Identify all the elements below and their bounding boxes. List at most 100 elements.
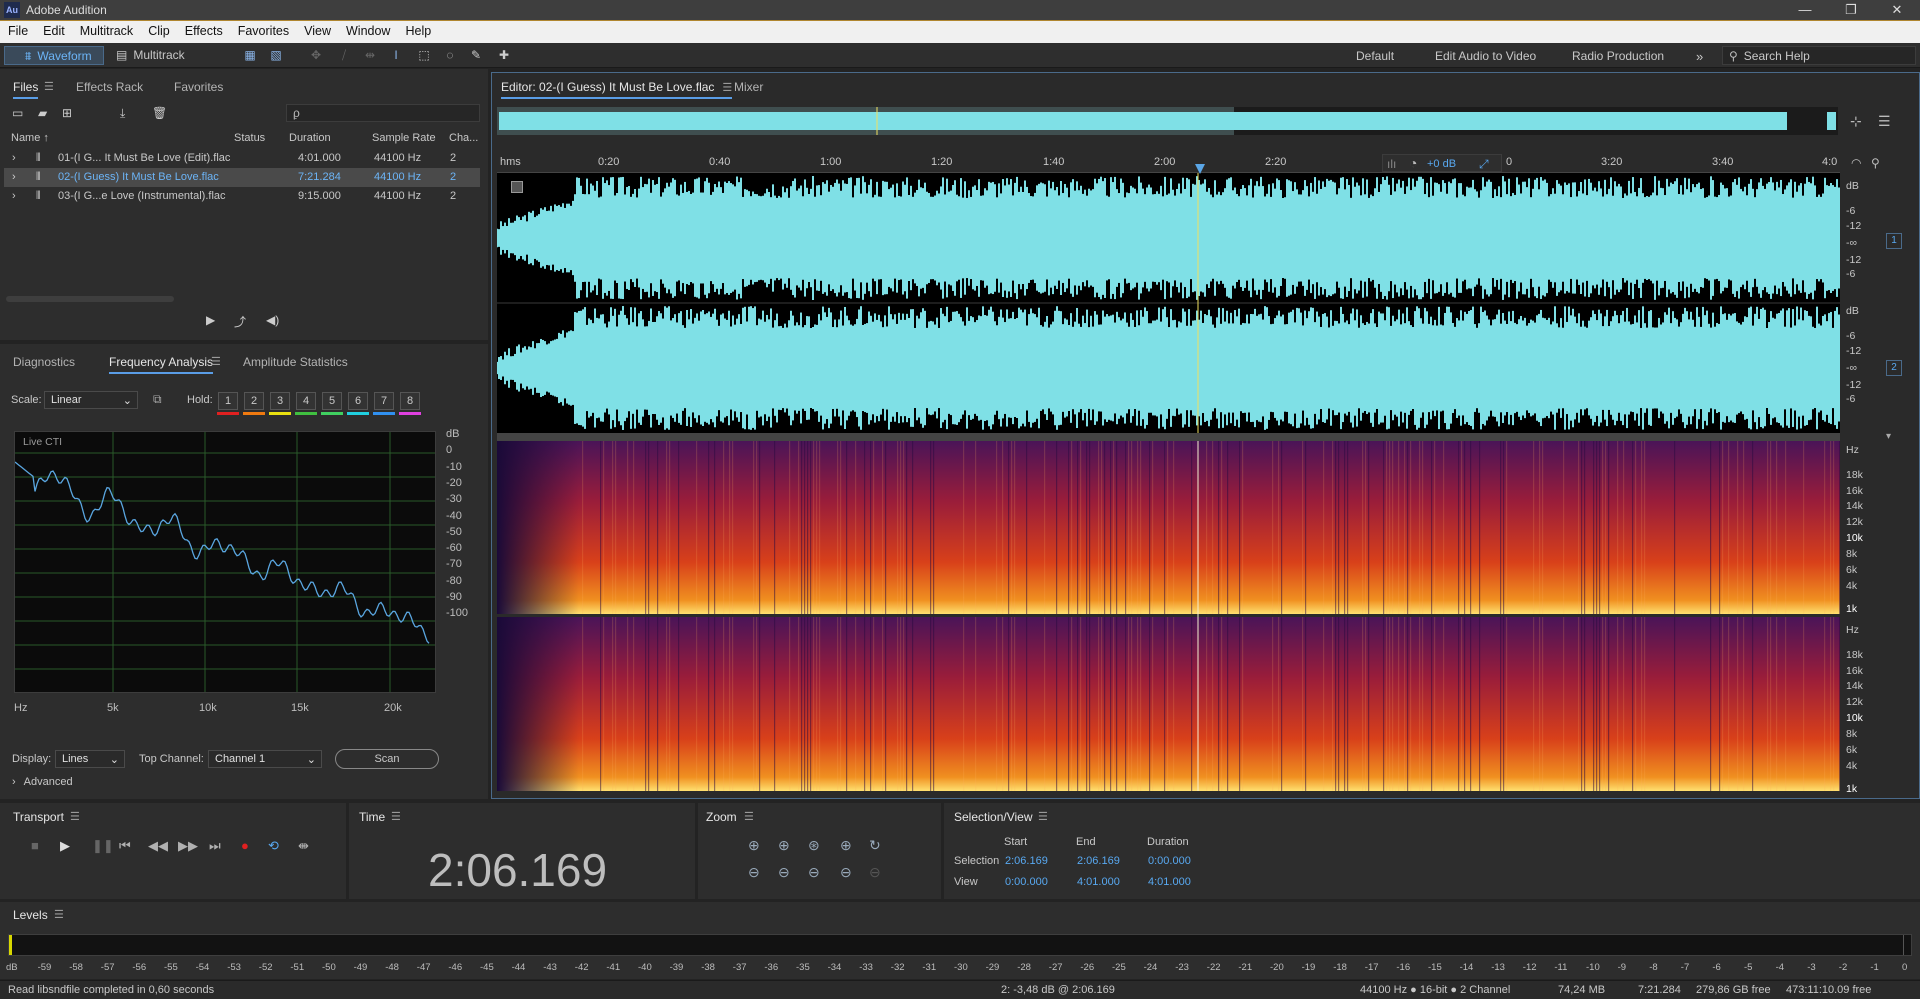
hold-button-4[interactable]: 4 [296,392,316,410]
workspace-radio-production[interactable]: Radio Production [1572,49,1664,63]
clip-gain-icon[interactable] [511,181,523,193]
expand-icon[interactable]: › [12,190,16,202]
rewind-icon[interactable]: ◀◀ [148,838,168,854]
minimize-button[interactable]: — [1782,0,1828,21]
col-status[interactable]: Status [234,132,265,144]
menu-view[interactable]: View [296,21,338,38]
pause-icon[interactable]: ❚❚ [92,838,114,854]
menu-edit[interactable]: Edit [35,21,72,38]
time-menu-icon[interactable]: ☰ [391,810,401,823]
zoom-to-selection-icon[interactable]: ⊛ [808,837,820,854]
hold-button-6[interactable]: 6 [348,392,368,410]
hud-volume[interactable]: ılı ◔ +0 dB ⤢ [1382,154,1502,172]
headphones-icon[interactable]: ◠ [1851,156,1861,170]
files-panel-menu-icon[interactable]: ☰ [44,80,54,93]
delete-file-icon[interactable]: 🗑 [152,106,167,120]
scan-button[interactable]: Scan [335,749,439,769]
zoom-out-time-icon[interactable]: ⊖ [778,864,790,881]
time-selection-tool-icon[interactable]: I [386,47,406,64]
zoom-in-at-end-icon[interactable]: ⊖ [840,864,852,881]
transport-menu-icon[interactable]: ☰ [70,810,80,823]
close-button[interactable]: ✕ [1874,0,1920,21]
tab-frequency-analysis[interactable]: Frequency Analysis [109,355,214,374]
tab-mixer[interactable]: Mixer [734,80,763,94]
loop-preview-icon[interactable]: ⤴ [234,313,246,330]
more-workspaces-button[interactable]: » [1696,49,1703,64]
spectral-display-icon[interactable]: ▦ [240,47,260,64]
channel-1-toggle[interactable]: 1 [1886,233,1902,249]
maximize-button[interactable]: ❐ [1828,0,1874,21]
editor-menu-icon[interactable]: ☰ [722,82,732,94]
top-channel-dropdown[interactable]: Channel 1 ⌄ [208,750,322,768]
skip-to-end-icon[interactable]: ⏭ [209,838,221,854]
slip-tool-icon[interactable]: ⇹ [360,47,380,64]
search-help-input[interactable]: ⚲ Search Help [1722,46,1916,65]
advanced-expander[interactable]: › Advanced [12,776,73,788]
spot-healing-tool-icon[interactable]: ✚ [494,47,514,64]
file-row[interactable]: › ⫴ 01-(I G... It Must Be Love (Edit).fl… [4,149,480,168]
skip-to-start-icon[interactable]: ⏮ [119,838,131,854]
selection-duration[interactable]: 0:00.000 [1148,855,1191,867]
files-horizontal-scrollbar[interactable] [6,296,174,302]
zoom-in-time-icon[interactable]: ⊕ [778,837,790,854]
loop-playback-icon[interactable]: ⟲ [268,838,279,854]
scale-dropdown[interactable]: Linear ⌄ [44,391,138,409]
channel-2-toggle[interactable]: 2 [1886,360,1902,376]
col-name[interactable]: Name ↑ [11,132,49,144]
open-file-icon[interactable]: ▭ [12,106,23,120]
selection-start[interactable]: 2:06.169 [1005,855,1048,867]
current-time-display[interactable]: 2:06.169 [428,843,607,897]
volume-knob-icon[interactable]: ◔ [1409,155,1417,171]
selection-end[interactable]: 2:06.169 [1077,855,1120,867]
waveform-display[interactable] [496,173,1840,433]
zoom-out-amplitude-icon[interactable]: ⊖ [748,864,760,881]
view-duration[interactable]: 4:01.000 [1148,876,1191,888]
zoom-menu-icon[interactable]: ☰ [744,810,754,823]
expand-icon[interactable]: › [12,171,16,183]
selection-view-menu-icon[interactable]: ☰ [1038,810,1048,823]
clip-indicator[interactable] [1903,935,1911,955]
marquee-tool-icon[interactable]: ⬚ [414,47,434,64]
skip-selection-icon[interactable]: ⇼ [298,838,309,854]
workspace-default[interactable]: Default [1356,49,1394,63]
hold-button-7[interactable]: 7 [374,392,394,410]
menu-favorites[interactable]: Favorites [230,21,296,38]
hold-button-5[interactable]: 5 [322,392,342,410]
record-icon[interactable]: ● [241,838,249,853]
menu-window[interactable]: Window [338,21,397,38]
tab-editor[interactable]: Editor: 02-(I Guess) It Must Be Love.fla… [501,80,733,99]
zoom-out-full-icon[interactable]: ⊖ [808,864,820,881]
panel-options-icon[interactable]: ☰ [1878,113,1891,130]
zoom-in-amplitude-icon[interactable]: ⊕ [748,837,760,854]
menu-multitrack[interactable]: Multitrack [72,21,140,38]
tab-amplitude-statistics[interactable]: Amplitude Statistics [243,355,348,369]
tab-files[interactable]: Files [13,80,39,99]
zoom-in-at-start-icon[interactable]: ⊕ [840,837,852,854]
workspace-edit-audio-to-video[interactable]: Edit Audio to Video [1435,49,1536,63]
col-duration[interactable]: Duration [289,132,331,144]
move-tool-icon[interactable]: ✥ [306,47,326,64]
insert-into-multitrack-icon[interactable]: ⤓ [120,106,125,121]
razor-tool-icon[interactable]: ⧸ [334,47,354,64]
spectral-display[interactable] [497,441,1841,791]
zoom-out-selection-icon[interactable]: ⊖ [869,864,881,881]
play-preview-icon[interactable]: ▶ [206,313,215,327]
fast-forward-icon[interactable]: ▶▶ [178,838,198,854]
view-start[interactable]: 0:00.000 [1005,876,1048,888]
stop-icon[interactable]: ■ [31,838,39,853]
file-row[interactable]: › ⫴ 02-(I Guess) It Must Be Love.flac 7:… [4,168,480,187]
menu-clip[interactable]: Clip [140,21,177,38]
col-sample-rate[interactable]: Sample Rate [372,132,436,144]
pitch-display-icon[interactable]: ▧ [266,47,286,64]
menu-help[interactable]: Help [397,21,438,38]
hold-button-2[interactable]: 2 [244,392,264,410]
display-dropdown[interactable]: Lines ⌄ [55,750,125,768]
hold-button-3[interactable]: 3 [270,392,290,410]
view-end[interactable]: 4:01.000 [1077,876,1120,888]
import-file-icon[interactable]: ▰ [38,106,47,120]
overview-waveform[interactable] [497,107,1838,135]
new-file-icon[interactable]: ⊞ [62,106,72,120]
zoom-reset-icon[interactable]: ↻ [869,837,881,854]
menu-effects[interactable]: Effects [177,21,230,38]
multitrack-view-button[interactable]: ▤ Multitrack [110,46,200,65]
